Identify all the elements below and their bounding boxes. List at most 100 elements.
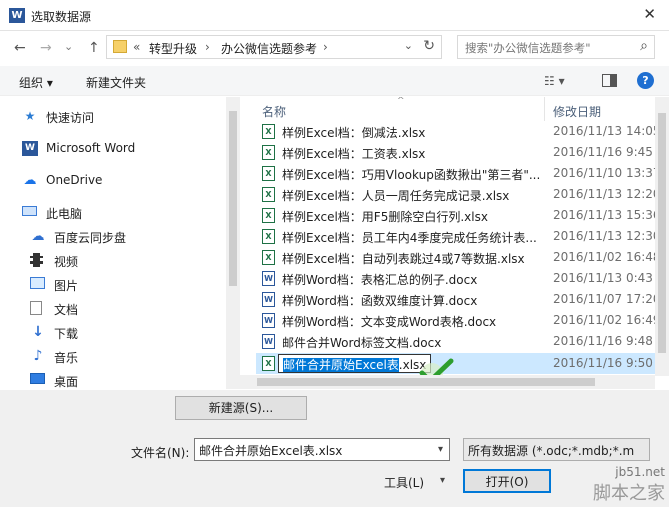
file-row[interactable]: X 样例Excel档：工资表.xlsx 2016/11/16 9:45 xyxy=(256,142,669,163)
file-name: 样例Excel档：自动列表跳过4或7等数据.xlsx xyxy=(282,252,525,266)
sidebar-item-quick-access[interactable]: ★ 快速访问 xyxy=(0,106,236,128)
baidu-cloud-icon: ☁ xyxy=(31,229,45,244)
excel-file-icon: X xyxy=(262,356,275,371)
view-options-icon[interactable]: ☷ ▾ xyxy=(544,74,565,88)
breadcrumb-separator[interactable]: › xyxy=(323,40,328,54)
sidebar-item-pictures[interactable]: 图片 xyxy=(8,274,244,296)
refresh-icon[interactable]: ↻ xyxy=(423,38,435,54)
sidebar-item-baidu-cloud[interactable]: ☁ 百度云同步盘 xyxy=(8,226,244,248)
file-type-select[interactable]: 所有数据源 (*.odc;*.mdb;*.m xyxy=(463,438,650,461)
scrollbar-thumb[interactable] xyxy=(658,113,666,353)
open-button[interactable]: 打开(O) xyxy=(463,469,551,493)
documents-icon xyxy=(30,301,46,316)
breadcrumb-item[interactable]: 转型升级 xyxy=(149,40,197,57)
help-icon[interactable]: ? xyxy=(637,72,654,89)
file-row[interactable]: X 样例Excel档：自动列表跳过4或7等数据.xlsx 2016/11/02 … xyxy=(256,247,669,268)
tools-button[interactable]: 工具(L) xyxy=(384,474,424,491)
file-date: 2016/11/13 14:05 xyxy=(553,124,661,138)
recent-locations-icon[interactable]: ⌄ xyxy=(64,40,73,53)
column-divider[interactable] xyxy=(544,97,545,121)
sidebar-item-label: OneDrive xyxy=(46,173,103,187)
file-row[interactable]: X 样例Excel档：巧用Vlookup函数揪出"第三者"... 2016/11… xyxy=(256,163,669,184)
word-file-icon: W xyxy=(262,313,275,328)
file-row[interactable]: X 样例Excel档：员工年内4季度完成任务统计表... 2016/11/13 … xyxy=(256,226,669,247)
command-bar: 组织 ▾ 新建文件夹 ☷ ▾ ? xyxy=(0,66,669,96)
sidebar-item-label: 此电脑 xyxy=(46,207,83,221)
search-icon[interactable]: ⌕ xyxy=(640,38,648,54)
forward-arrow-icon[interactable]: → xyxy=(40,40,52,56)
excel-file-icon: X xyxy=(262,208,275,223)
scrollbar-thumb[interactable] xyxy=(229,111,237,286)
file-name: 样例Excel档：倒减法.xlsx xyxy=(282,126,426,140)
file-row[interactable]: X 样例Excel档：人员一周任务完成记录.xlsx 2016/11/13 12… xyxy=(256,184,669,205)
word-icon: W xyxy=(22,141,38,156)
new-folder-button[interactable]: 新建文件夹 xyxy=(86,74,146,91)
column-header-name[interactable]: 名称 xyxy=(262,103,286,120)
filename-label: 文件名(N): xyxy=(131,446,190,460)
file-date: 2016/11/13 0:43 xyxy=(553,271,653,285)
file-date: 2016/11/16 9:50 xyxy=(553,356,653,370)
sidebar-item-this-pc[interactable]: 此电脑 xyxy=(0,202,236,224)
file-date: 2016/11/16 9:48 xyxy=(553,334,653,348)
word-app-icon: W xyxy=(9,8,25,23)
sidebar-item-label: 图片 xyxy=(54,279,79,293)
navigation-pane: ★ 快速访问 W Microsoft Word ☁ OneDrive 此电脑 ☁… xyxy=(0,97,240,389)
file-row[interactable]: W 样例Word档：函数双维度计算.docx 2016/11/07 17:20 xyxy=(256,289,669,310)
window-title: 选取数据源 xyxy=(31,10,92,24)
address-bar[interactable]: « 转型升级 › 办公微信选题参考 › ⌄ ↻ xyxy=(106,35,442,59)
rename-input[interactable]: 邮件合并原始Excel表.xlsx xyxy=(278,354,432,373)
file-name: 样例Excel档：员工年内4季度完成任务统计表... xyxy=(282,231,537,245)
file-row[interactable]: X 样例Excel档：用F5删除空白行列.xlsx 2016/11/13 15:… xyxy=(256,205,669,226)
excel-file-icon: X xyxy=(262,187,275,202)
sidebar-item-label: Microsoft Word xyxy=(46,141,136,155)
sidebar-item-downloads[interactable]: ↓ 下载 xyxy=(8,322,244,344)
rename-selection: 邮件合并原始Excel表 xyxy=(283,358,399,372)
file-name: 样例Word档：文本变成Word表格.docx xyxy=(282,315,497,329)
dialog-footer: 新建源(S)... 文件名(N): 邮件合并原始Excel表.xlsx ▾ 所有… xyxy=(0,390,669,507)
word-file-icon: W xyxy=(262,292,275,307)
file-name: 样例Excel档：巧用Vlookup函数揪出"第三者"... xyxy=(282,168,541,182)
search-input[interactable]: 搜索"办公微信选题参考" xyxy=(465,40,591,56)
column-header-date[interactable]: 修改日期 xyxy=(553,103,601,120)
sidebar-item-onedrive[interactable]: ☁ OneDrive xyxy=(0,170,236,192)
preview-pane-icon[interactable] xyxy=(602,74,617,87)
sidebar-item-microsoft-word[interactable]: W Microsoft Word xyxy=(0,138,236,160)
file-date: 2016/11/02 16:49 xyxy=(553,313,661,327)
file-row[interactable]: W 邮件合并Word标签文档.docx 2016/11/16 9:48 xyxy=(256,331,669,352)
chevron-down-icon[interactable]: ▾ xyxy=(440,475,445,486)
excel-file-icon: X xyxy=(262,250,275,265)
new-source-button[interactable]: 新建源(S)... xyxy=(175,396,307,420)
sidebar-item-label: 桌面 xyxy=(54,375,79,389)
sidebar-item-videos[interactable]: 视频 xyxy=(8,250,244,272)
sidebar-item-music[interactable]: ♪ 音乐 xyxy=(8,346,244,368)
overflow-icon[interactable]: « xyxy=(133,40,140,54)
file-date: 2016/11/07 17:20 xyxy=(553,292,661,306)
breadcrumb-separator[interactable]: › xyxy=(205,40,210,54)
breadcrumb-item[interactable]: 办公微信选题参考 xyxy=(221,40,317,57)
navigation-scrollbar[interactable] xyxy=(226,97,240,389)
chevron-down-icon[interactable]: ▾ xyxy=(438,444,443,455)
file-row-selected[interactable]: X 邮件合并原始Excel表.xlsx 2016/11/16 9:50 xyxy=(256,353,669,374)
scrollbar-thumb[interactable] xyxy=(257,378,595,386)
sidebar-item-desktop[interactable]: 桌面 xyxy=(8,370,244,392)
file-row[interactable]: W 样例Word档：文本变成Word表格.docx 2016/11/02 16:… xyxy=(256,310,669,331)
sidebar-item-documents[interactable]: 文档 xyxy=(8,298,244,320)
file-row[interactable]: X 样例Excel档：倒减法.xlsx 2016/11/13 14:05 xyxy=(256,121,669,142)
back-arrow-icon[interactable]: ← xyxy=(14,40,26,56)
excel-file-icon: X xyxy=(262,124,275,139)
search-box[interactable]: 搜索"办公微信选题参考" ⌕ xyxy=(457,35,655,59)
video-icon xyxy=(30,253,46,268)
close-icon[interactable]: ✕ xyxy=(643,5,656,23)
file-date: 2016/11/13 15:36 xyxy=(553,208,661,222)
chevron-down-icon[interactable]: ⌄ xyxy=(404,39,413,52)
file-row[interactable]: W 样例Word档：表格汇总的例子.docx 2016/11/13 0:43 xyxy=(256,268,669,289)
horizontal-scrollbar[interactable] xyxy=(240,375,655,389)
file-name: 样例Word档：函数双维度计算.docx xyxy=(282,294,478,308)
computer-icon xyxy=(22,205,38,220)
file-list-scrollbar[interactable] xyxy=(655,97,669,376)
download-icon: ↓ xyxy=(32,324,44,340)
cloud-icon: ☁ xyxy=(23,173,37,188)
organize-button[interactable]: 组织 ▾ xyxy=(19,74,53,91)
filename-input[interactable]: 邮件合并原始Excel表.xlsx xyxy=(194,438,450,461)
up-arrow-icon[interactable]: ↑ xyxy=(88,40,100,56)
